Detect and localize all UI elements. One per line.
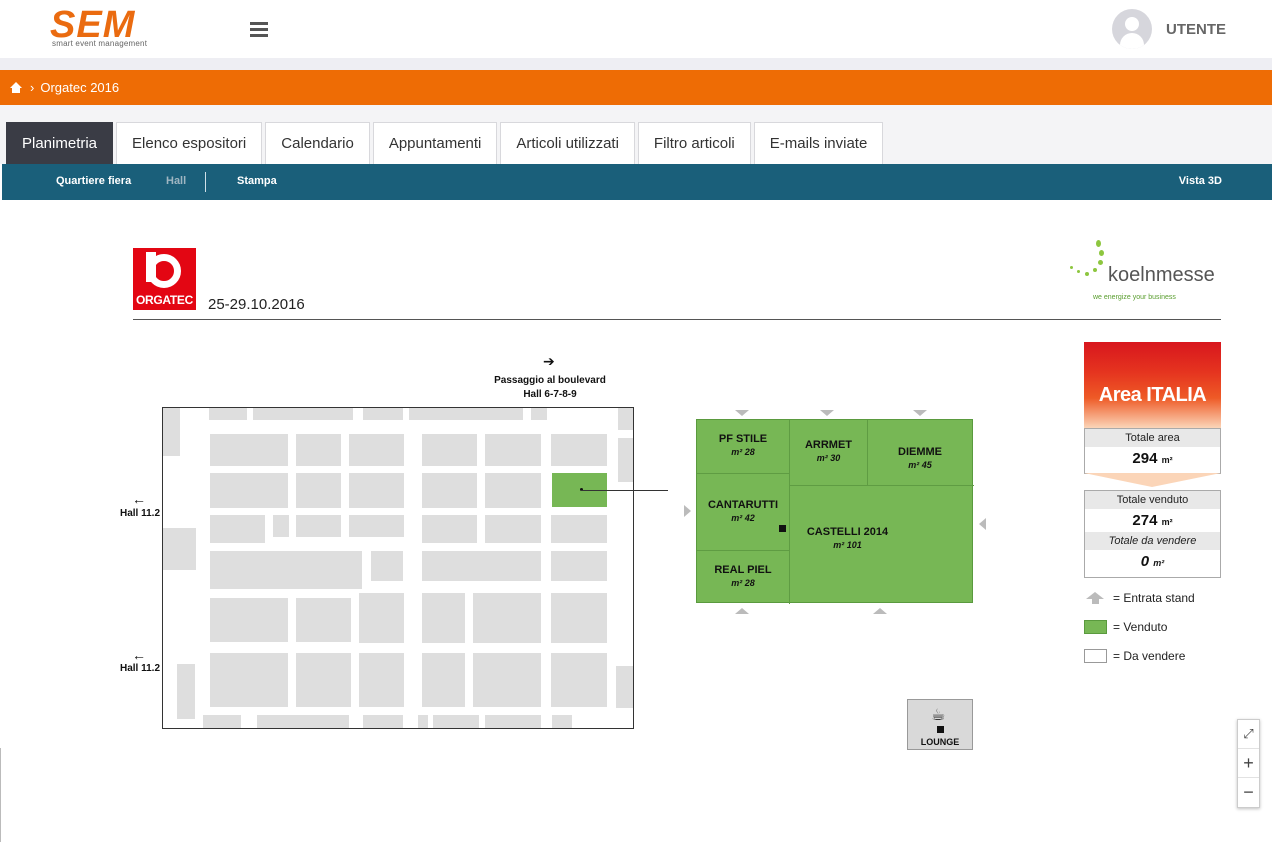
passage-label-line2: Hall 6-7-8-9	[523, 389, 577, 400]
hall-11-2-top-label: Hall 11.2	[119, 508, 161, 519]
subnav-quartiere-fiera[interactable]: Quartiere fiera	[56, 175, 131, 187]
legend-entrata: = Entrata stand	[1084, 591, 1195, 605]
stand-cantarutti[interactable]: CANTARUTTI m² 42	[698, 499, 788, 523]
totale-venduto-value: 274 m²	[1132, 512, 1173, 529]
available-swatch	[1084, 649, 1107, 663]
fullscreen-icon[interactable]: ⤢	[1238, 720, 1259, 749]
breadcrumb-separator: ›	[30, 80, 35, 95]
zoom-out-icon[interactable]: −	[1238, 778, 1259, 807]
user-label: UTENTE	[1166, 20, 1226, 38]
koelnmesse-tagline: we energize your business	[1093, 294, 1176, 301]
floorplan-content: ORGATEC 25-29.10.2016 koelnmesse we ener…	[0, 200, 1272, 842]
stand-area: m² 42	[731, 513, 755, 523]
koelnmesse-logo: koelnmesse we energize your business	[1066, 236, 1226, 306]
lounge-label: LOUNGE	[920, 737, 960, 747]
stand-area: m² 28	[731, 578, 755, 588]
area-italia-banner: Area ITALIA	[1084, 342, 1221, 428]
header-rule	[133, 319, 1221, 320]
tab-bar: Planimetria Elenco espositori Calendario…	[6, 122, 886, 164]
stand-name: CASTELLI 2014	[806, 526, 889, 538]
legend-venduto-label: = Venduto	[1113, 620, 1168, 634]
stand-area: m² 30	[816, 453, 841, 463]
tab-planimetria[interactable]: Planimetria	[6, 122, 114, 164]
passage-label-line1: Passaggio al boulevard	[494, 375, 606, 386]
tab-emails-inviate[interactable]: E-mails inviate	[753, 122, 884, 164]
legend-entrata-label: = Entrata stand	[1113, 591, 1195, 605]
totale-area-label: Totale area	[1085, 429, 1220, 447]
entrance-arrow-icon	[684, 505, 691, 517]
stand-name: CANTARUTTI	[707, 499, 779, 511]
stand-name: DIEMME	[898, 446, 942, 458]
tab-elenco-espositori[interactable]: Elenco espositori	[116, 122, 263, 164]
leader-line	[581, 490, 668, 491]
breadcrumb-current[interactable]: Orgatec 2016	[40, 80, 119, 95]
legend-da-vendere-label: = Da vendere	[1113, 649, 1186, 663]
tab-articoli-utilizzati[interactable]: Articoli utilizzati	[500, 122, 635, 164]
area-italia-title: Area ITALIA	[1098, 384, 1207, 406]
map-zoom-controls: ⤢ + −	[1237, 719, 1260, 808]
tab-appuntamenti[interactable]: Appuntamenti	[372, 122, 498, 164]
entrance-arrow-icon	[1084, 591, 1107, 605]
legend-venduto: = Venduto	[1084, 620, 1167, 634]
breadcrumb: › Orgatec 2016	[0, 70, 1272, 105]
arrow-left-icon: ←	[132, 647, 146, 663]
user-menu[interactable]: UTENTE	[1112, 8, 1226, 50]
legend-da-vendere: = Da vendere	[1084, 649, 1185, 663]
stand-arrmet[interactable]: ARRMET m² 30	[790, 439, 867, 463]
subnav-hall[interactable]: Hall	[166, 175, 186, 187]
entrance-arrow-icon	[820, 410, 834, 416]
totale-da-vendere-value: 0 m²	[1140, 553, 1165, 570]
orgatec-logo: ORGATEC	[133, 248, 196, 310]
arrow-right-icon: ➔	[543, 353, 555, 369]
tabs-area: Planimetria Elenco espositori Calendario…	[0, 105, 1272, 164]
panel-chevron	[1084, 473, 1221, 487]
totale-area-value: 294 m²	[1132, 450, 1173, 467]
top-header: SEM smart event management UTENTE	[0, 0, 1272, 58]
lounge[interactable]: ☕ LOUNGE	[907, 699, 973, 750]
event-dates: 25-29.10.2016	[208, 296, 305, 313]
stand-area: m² 101	[833, 540, 862, 550]
totale-venduto-box: Totale venduto 274 m² Totale da vendere …	[1084, 490, 1221, 578]
arrow-left-icon: ←	[132, 491, 146, 507]
sem-logo[interactable]: SEM smart event management	[50, 4, 172, 50]
totale-venduto-label: Totale venduto	[1085, 491, 1220, 509]
stand-name: ARRMET	[804, 439, 853, 451]
subnav-stampa[interactable]: Stampa	[237, 175, 277, 187]
stand-name: REAL PIEL	[714, 564, 772, 576]
stand-real-piel[interactable]: REAL PIEL m² 28	[698, 564, 788, 588]
entrance-arrow-icon	[913, 410, 927, 416]
stand-pf-stile[interactable]: PF STILE m² 28	[698, 433, 788, 457]
content-edge-line	[0, 748, 1, 842]
hall-11-2-bottom-label: Hall 11.2	[119, 663, 161, 674]
entrance-arrow-icon	[735, 410, 749, 416]
entrance-arrow-icon	[735, 608, 749, 614]
stand-area: m² 45	[908, 460, 932, 470]
totale-da-vendere-label: Totale da vendere	[1085, 532, 1220, 550]
tab-calendario[interactable]: Calendario	[265, 122, 370, 164]
koelnmesse-name: koelnmesse	[1108, 264, 1215, 286]
marker-square	[779, 525, 786, 532]
sub-navigation: Quartiere fiera Hall Stampa Vista 3D	[2, 164, 1272, 200]
tab-filtro-articoli[interactable]: Filtro articoli	[637, 122, 751, 164]
entrance-arrow-icon	[979, 518, 986, 530]
zoom-in-icon[interactable]: +	[1238, 749, 1259, 778]
stand-area: m² 28	[731, 447, 755, 457]
hall-floor-plan[interactable]	[162, 407, 634, 729]
coffee-cup-icon: ☕	[931, 707, 946, 724]
header-divider	[0, 58, 1272, 70]
entrance-arrow-icon	[873, 608, 887, 614]
avatar-icon	[1112, 9, 1152, 49]
stand-diemme[interactable]: DIEMME m² 45	[868, 446, 972, 470]
subnav-vista-3d[interactable]: Vista 3D	[1179, 175, 1222, 187]
stand-name: PF STILE	[718, 433, 768, 445]
home-icon[interactable]	[10, 82, 22, 93]
sold-swatch	[1084, 620, 1107, 634]
subnav-divider	[205, 172, 206, 192]
totale-area-box: Totale area 294 m²	[1084, 428, 1221, 474]
hamburger-menu-icon[interactable]	[250, 22, 268, 38]
sem-logo-subtitle: smart event management	[52, 39, 148, 48]
orgatec-logo-text: ORGATEC	[135, 293, 193, 307]
stand-castelli-2014[interactable]: CASTELLI 2014 m² 101	[800, 526, 895, 550]
